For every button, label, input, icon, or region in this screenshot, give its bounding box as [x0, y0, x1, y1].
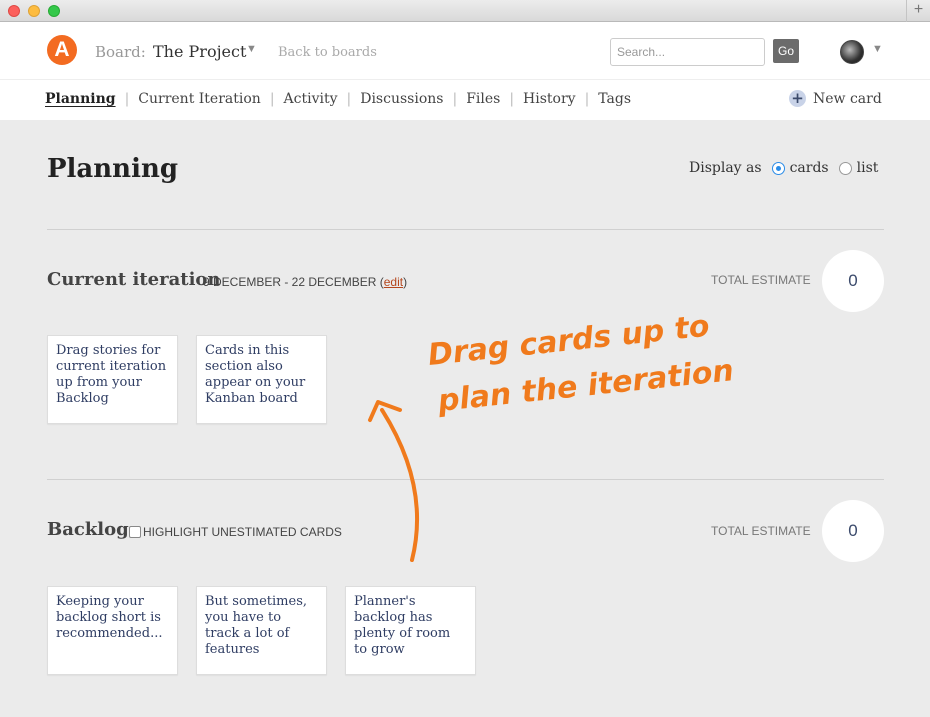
board-label: Board: [95, 43, 146, 61]
nav-separator: | [269, 91, 275, 107]
board-name-dropdown[interactable]: The Project [153, 42, 246, 61]
plus-icon: + [789, 90, 806, 107]
minimize-window-button[interactable] [28, 5, 40, 17]
chevron-down-icon[interactable]: ▼ [872, 43, 883, 55]
search-go-button[interactable]: Go [773, 39, 799, 63]
nav-separator: | [346, 91, 352, 107]
edit-iteration-link[interactable]: edit [384, 275, 403, 289]
total-estimate-value: 0 [822, 500, 884, 562]
drag-hint-annotation: Drag cards up to plan the iteration [360, 309, 740, 570]
nav-separator: | [509, 91, 515, 107]
planning-main: Planning Display as cards list Current i… [0, 120, 930, 717]
edit-paren-close: ) [403, 275, 408, 289]
up-arrow-icon [368, 400, 420, 562]
story-card[interactable]: Cards in this section also appear on you… [196, 335, 327, 424]
back-to-boards-link[interactable]: Back to boards [278, 45, 377, 60]
highlight-unestimated-label[interactable]: HIGHLIGHT UNESTIMATED CARDS [143, 525, 342, 539]
new-card-button[interactable]: + New card [789, 90, 882, 107]
display-cards-label[interactable]: cards [790, 160, 829, 176]
nav-separator: | [452, 91, 458, 107]
user-avatar[interactable] [840, 40, 864, 64]
tab-files[interactable]: Files [466, 91, 500, 107]
search-input[interactable] [610, 38, 765, 66]
total-estimate-value: 0 [822, 250, 884, 312]
story-card[interactable]: But sometimes, you have to track a lot o… [196, 586, 327, 675]
story-card[interactable]: Drag stories for current iteration up fr… [47, 335, 178, 424]
tab-planning[interactable]: Planning [45, 91, 116, 107]
board-nav: Planning | Current Iteration | Activity … [0, 79, 930, 120]
display-list-label[interactable]: list [857, 160, 879, 176]
page-title: Planning [47, 154, 179, 184]
date-range-text: 9 DECEMBER - 22 DECEMBER [203, 275, 377, 289]
total-estimate-label: TOTAL ESTIMATE [711, 273, 811, 287]
tab-tags[interactable]: Tags [598, 91, 631, 107]
app-header: A Board: The Project ▼ Back to boards Go… [0, 23, 930, 79]
nav-separator: | [124, 91, 130, 107]
display-as-toggle: Display as cards list [689, 160, 878, 176]
highlight-unestimated-checkbox[interactable] [129, 526, 141, 538]
new-card-label: New card [813, 90, 882, 107]
tab-discussions[interactable]: Discussions [360, 91, 443, 107]
display-cards-radio[interactable] [771, 161, 785, 175]
app-logo[interactable]: A [47, 35, 77, 65]
tab-history[interactable]: History [523, 91, 576, 107]
nav-separator: | [584, 91, 590, 107]
window-titlebar: + [0, 0, 930, 22]
tab-current-iteration[interactable]: Current Iteration [138, 91, 261, 107]
new-tab-button[interactable]: + [906, 0, 930, 22]
backlog-title: Backlog [47, 519, 129, 540]
story-card[interactable]: Keeping your backlog short is recommende… [47, 586, 178, 675]
display-list-radio[interactable] [838, 161, 852, 175]
close-window-button[interactable] [8, 5, 20, 17]
tab-activity[interactable]: Activity [284, 91, 338, 107]
story-card[interactable]: Planner's backlog has plenty of room to … [345, 586, 476, 675]
section-divider [47, 229, 884, 230]
highlight-unestimated-toggle[interactable]: HIGHLIGHT UNESTIMATED CARDS [129, 525, 342, 539]
iteration-date-range: 9 DECEMBER - 22 DECEMBER (edit) [203, 275, 407, 289]
current-iteration-title: Current iteration [47, 269, 221, 290]
display-as-label: Display as [689, 160, 762, 176]
zoom-window-button[interactable] [48, 5, 60, 17]
chevron-down-icon[interactable]: ▼ [246, 43, 257, 55]
